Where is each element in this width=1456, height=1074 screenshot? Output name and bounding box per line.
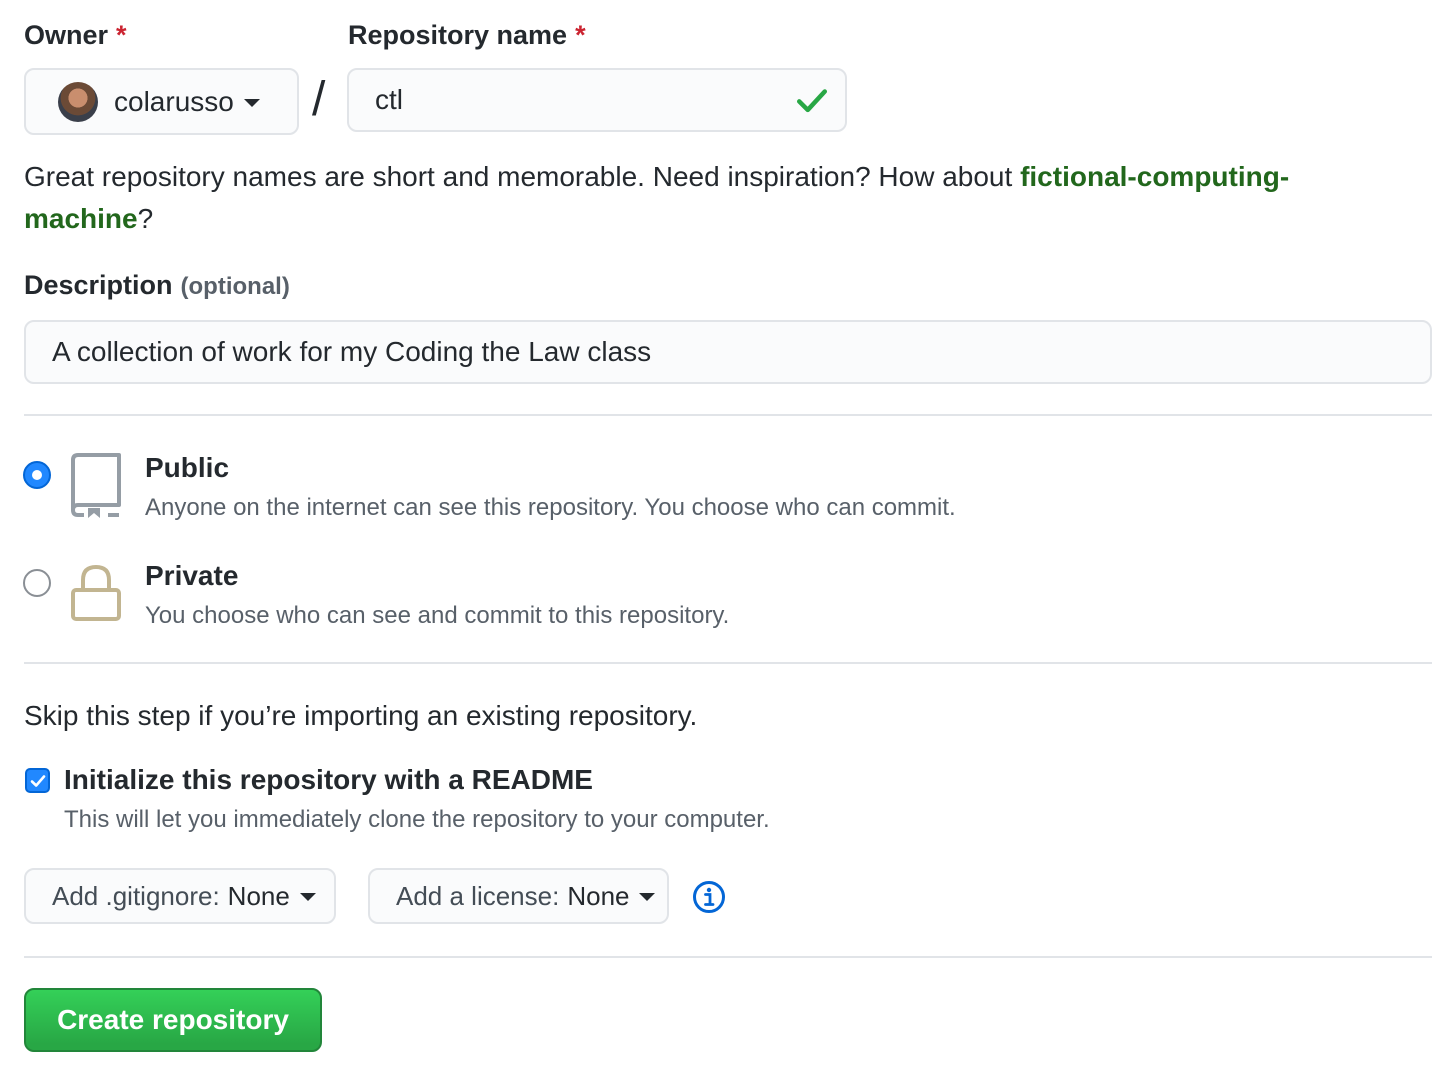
- repository-name-input[interactable]: ctl: [347, 68, 847, 132]
- caret-down-icon: [243, 98, 260, 107]
- license-label: Add a license:: [396, 880, 560, 911]
- checkmark-icon: [30, 774, 45, 787]
- owner-repo-separator: /: [312, 73, 326, 126]
- owner-select[interactable]: colarusso: [24, 68, 299, 135]
- divider: [24, 662, 1432, 664]
- required-mark: *: [575, 20, 586, 50]
- public-title: Public: [145, 452, 230, 483]
- private-description: You choose who can see and commit to thi…: [145, 602, 730, 629]
- private-radio[interactable]: [23, 569, 51, 597]
- license-select[interactable]: Add a license: None: [368, 868, 669, 924]
- owner-name: colarusso: [114, 85, 234, 117]
- description-value: A collection of work for my Coding the L…: [52, 336, 652, 367]
- info-icon[interactable]: [692, 880, 726, 914]
- avatar: [58, 81, 98, 122]
- readme-checkbox[interactable]: [25, 768, 50, 793]
- readme-description: This will let you immediately clone the …: [64, 806, 770, 833]
- license-value: None: [567, 880, 630, 911]
- description-label: Description (optional): [24, 270, 290, 300]
- readme-label[interactable]: Initialize this repository with a README: [64, 764, 593, 796]
- caret-down-icon: [299, 893, 316, 901]
- gitignore-select[interactable]: Add .gitignore: None: [24, 868, 336, 924]
- lock-icon: [71, 564, 121, 621]
- repository-name-label: Repository name *: [348, 20, 586, 50]
- divider: [24, 414, 1432, 416]
- divider: [24, 956, 1432, 958]
- skip-step-text: Skip this step if you’re importing an ex…: [24, 700, 698, 731]
- owner-label: Owner *: [24, 20, 127, 50]
- check-icon: [796, 89, 828, 113]
- public-description: Anyone on the internet can see this repo…: [145, 494, 956, 521]
- repository-name-hint: Great repository names are short and mem…: [24, 161, 1290, 234]
- repository-name-value: ctl: [375, 84, 403, 115]
- caret-down-icon: [639, 893, 656, 901]
- gitignore-label: Add .gitignore:: [52, 880, 220, 911]
- gitignore-value: None: [227, 880, 290, 911]
- public-radio[interactable]: [23, 461, 51, 489]
- optional-tag: (optional): [180, 273, 290, 300]
- required-mark: *: [116, 20, 127, 50]
- description-input[interactable]: A collection of work for my Coding the L…: [24, 320, 1432, 384]
- repo-icon: [71, 453, 121, 518]
- private-title: Private: [145, 560, 239, 591]
- create-repository-button[interactable]: Create repository: [24, 988, 322, 1052]
